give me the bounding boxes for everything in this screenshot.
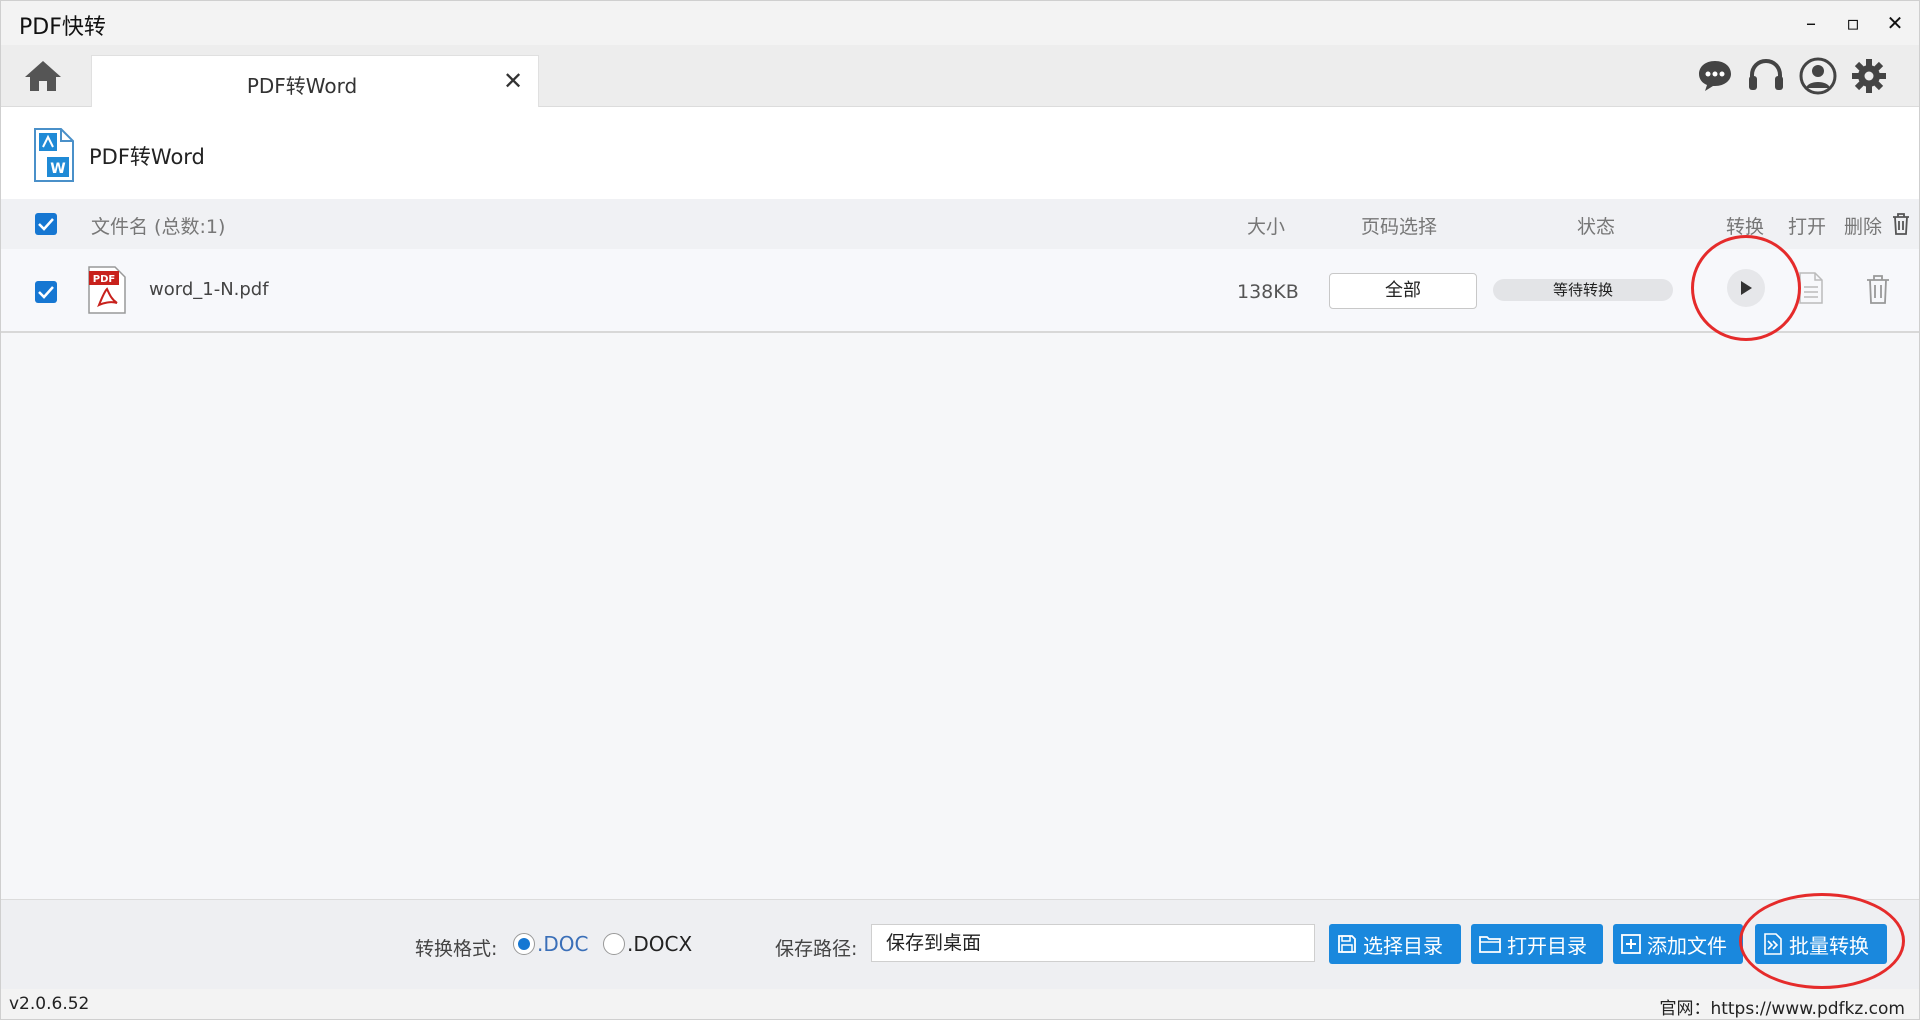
header-size: 大小: [1247, 216, 1286, 238]
open-directory-button[interactable]: 打开目录: [1471, 924, 1603, 964]
format-docx-label[interactable]: .DOCX: [627, 932, 692, 956]
save-path-input[interactable]: 保存到桌面: [871, 924, 1315, 962]
save-path-label: 保存路径:: [775, 938, 858, 960]
tab-label: PDF转Word: [246, 74, 358, 98]
title-bar: PDF快转 – ▫ ✕: [1, 1, 1919, 45]
header-convert: 转换: [1726, 216, 1765, 238]
module-header: W PDF转Word: [1, 107, 1919, 199]
website-link[interactable]: 官网：https://www.pdfkz.com: [1659, 994, 1905, 1019]
batch-convert-icon: [1764, 933, 1782, 955]
version-text: v2.0.6.52: [9, 994, 90, 1014]
open-directory-label: 打开目录: [1507, 933, 1587, 958]
maximize-icon[interactable]: ▫: [1839, 9, 1867, 37]
format-label: 转换格式:: [415, 938, 498, 960]
headset-icon[interactable]: [1747, 57, 1785, 95]
format-doc-radio[interactable]: [513, 933, 535, 955]
choose-directory-button[interactable]: 选择目录: [1329, 924, 1461, 964]
batch-convert-button[interactable]: 批量转换: [1755, 924, 1887, 964]
file-size: 138KB: [1237, 281, 1299, 303]
chat-icon[interactable]: [1697, 57, 1735, 95]
app-title: PDF快转: [19, 15, 106, 40]
svg-text:PDF: PDF: [93, 274, 115, 285]
delete-row-trash-icon[interactable]: [1865, 273, 1891, 305]
status-badge: 等待转换: [1493, 279, 1673, 301]
add-file-label: 添加文件: [1647, 933, 1727, 958]
header-status: 状态: [1577, 216, 1616, 238]
module-title: PDF转Word: [89, 145, 205, 169]
delete-all-trash-icon[interactable]: [1891, 213, 1911, 235]
format-docx-radio[interactable]: [603, 933, 625, 955]
header-delete: 删除: [1844, 216, 1883, 238]
tab-bar: PDF转Word ✕: [1, 45, 1919, 109]
pdf-to-word-icon: W: [31, 127, 77, 183]
choose-directory-label: 选择目录: [1363, 933, 1443, 958]
tab-pdf-to-word[interactable]: PDF转Word ✕: [91, 55, 539, 109]
status-bar: v2.0.6.52 官网：https://www.pdfkz.com: [1, 989, 1919, 1019]
page-range-select[interactable]: 全部: [1329, 273, 1477, 309]
file-list: PDF word_1-N.pdf 138KB 全部 等待转换: [1, 249, 1919, 899]
header-page-select: 页码选择: [1361, 216, 1438, 238]
select-all-checkbox[interactable]: [35, 213, 57, 235]
header-open: 打开: [1788, 216, 1827, 238]
close-window-icon[interactable]: ✕: [1881, 9, 1909, 37]
pdf-file-icon: PDF: [87, 265, 127, 315]
plus-icon: [1621, 934, 1641, 954]
format-doc-label[interactable]: .DOC: [537, 932, 588, 956]
header-file-name: 文件名 (总数:1): [91, 216, 226, 238]
add-file-button[interactable]: 添加文件: [1613, 924, 1743, 964]
bottom-toolbar: 转换格式: .DOC .DOCX 保存路径: 保存到桌面 选择目录 打开目录 添…: [1, 899, 1919, 989]
batch-convert-label: 批量转换: [1789, 933, 1869, 958]
row-checkbox[interactable]: [35, 281, 57, 303]
convert-play-button[interactable]: [1727, 269, 1765, 307]
gear-icon[interactable]: [1850, 57, 1888, 95]
file-name: word_1-N.pdf: [149, 279, 269, 300]
home-icon[interactable]: [23, 59, 67, 95]
minimize-icon[interactable]: –: [1797, 9, 1825, 37]
table-header: 文件名 (总数:1) 大小 页码选择 状态 转换 打开 删除: [1, 199, 1919, 249]
app-window: PDF快转 – ▫ ✕ PDF转Word ✕ W PDF转Word 文件名 (总…: [0, 0, 1920, 1020]
folder-icon: [1479, 936, 1501, 953]
table-row: PDF word_1-N.pdf 138KB 全部 等待转换: [1, 249, 1919, 333]
tab-close-icon[interactable]: ✕: [498, 66, 528, 96]
save-disk-icon: [1338, 935, 1356, 953]
svg-text:W: W: [50, 161, 65, 177]
user-icon[interactable]: [1799, 57, 1837, 95]
open-file-icon[interactable]: [1797, 271, 1825, 305]
